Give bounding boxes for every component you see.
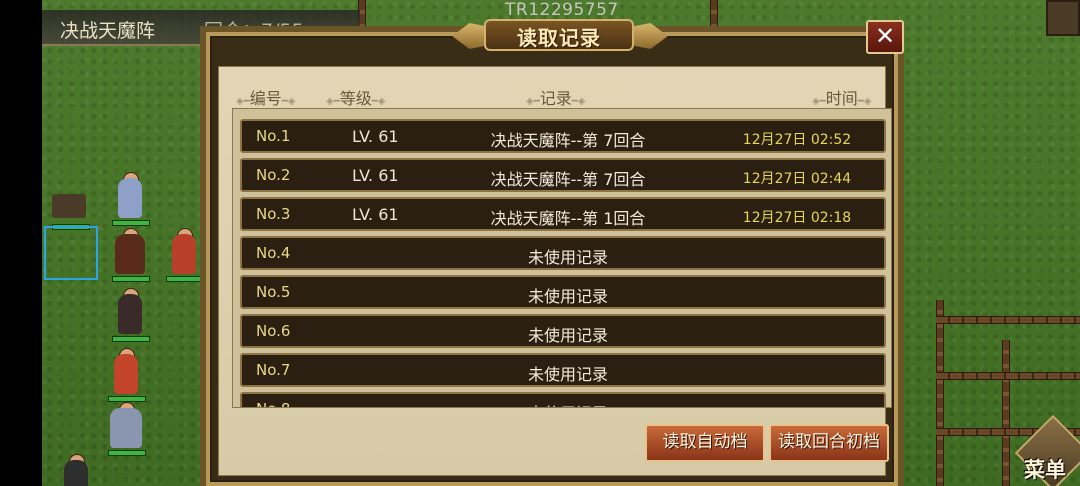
menu-label: 菜单 <box>1024 458 1066 482</box>
column-header-level: ◈━等级━◈ <box>326 89 386 108</box>
load-turn-start-save-button[interactable]: 读取回合初档 <box>769 424 889 462</box>
record-empty-label: 未使用记录 <box>442 400 694 407</box>
record-number: No.5 <box>256 283 291 301</box>
record-title: 决战天魔阵--第 7回合 <box>490 170 646 189</box>
soldier-unit[interactable] <box>108 288 152 342</box>
record-title: 决战天魔阵--第 7回合 <box>490 131 646 150</box>
record-level: LV. 61 <box>352 205 399 224</box>
catapult-unit[interactable] <box>48 176 92 230</box>
record-number: No.7 <box>256 361 291 379</box>
close-button[interactable]: ✕ <box>866 20 904 54</box>
record-number: No.6 <box>256 322 291 340</box>
cavalry-unit[interactable] <box>108 228 152 282</box>
record-number: No.4 <box>256 244 291 262</box>
column-header-number: ◈━编号━◈ <box>236 89 296 108</box>
dialog-title: 读取记录 <box>517 26 601 50</box>
menu-button[interactable]: 菜单 <box>1014 414 1080 486</box>
record-time: 12月27日 02:52 <box>742 132 852 148</box>
load-auto-save-button[interactable]: 读取自动档 <box>645 424 765 462</box>
record-row[interactable]: No.1 LV. 61 决战天魔阵--第 7回合 12月27日 02:52 <box>240 119 886 153</box>
record-time: 12月27日 02:18 <box>742 210 852 226</box>
dialog-title-plate: 读取记录 <box>452 15 668 55</box>
cavalry-unit[interactable] <box>104 402 148 456</box>
record-list[interactable]: No.1 LV. 61 决战天魔阵--第 7回合 12月27日 02:52 No… <box>232 108 892 408</box>
record-level: LV. 61 <box>352 166 399 185</box>
fence <box>936 372 1080 380</box>
record-title: 决战天魔阵--第 1回合 <box>490 209 646 228</box>
column-header-record: ◈━记录━◈ <box>526 89 586 108</box>
record-empty-label: 未使用记录 <box>527 287 608 306</box>
archer-unit[interactable] <box>108 172 152 226</box>
record-level: LV. 61 <box>352 127 399 146</box>
record-number: No.2 <box>256 166 291 184</box>
record-row-empty[interactable]: No.6 未使用记录 <box>240 314 886 348</box>
fence <box>936 300 944 486</box>
close-icon: ✕ <box>874 22 896 50</box>
record-row[interactable]: No.3 LV. 61 决战天魔阵--第 1回合 12月27日 02:18 <box>240 197 886 231</box>
record-number: No.8 <box>256 400 290 407</box>
record-row-empty[interactable]: No.4 未使用记录 <box>240 236 886 270</box>
record-empty-label: 未使用记录 <box>527 365 608 384</box>
record-number: No.1 <box>256 127 291 145</box>
stage-name: 决战天魔阵 <box>60 20 156 42</box>
soldier-unit[interactable] <box>104 348 148 402</box>
selection-cursor[interactable] <box>44 226 98 280</box>
record-number: No.3 <box>256 205 291 223</box>
minimap-icon[interactable] <box>1046 0 1080 36</box>
record-row-empty[interactable]: No.8 未使用记录 <box>240 392 886 407</box>
record-empty-label: 未使用记录 <box>527 248 608 267</box>
record-empty-label: 未使用记录 <box>527 326 608 345</box>
record-row[interactable]: No.2 LV. 61 决战天魔阵--第 7回合 12月27日 02:44 <box>240 158 886 192</box>
record-row-empty[interactable]: No.5 未使用记录 <box>240 275 886 309</box>
soldier-unit[interactable] <box>54 454 98 486</box>
fence <box>710 0 718 30</box>
fence <box>1002 340 1010 486</box>
record-row-empty[interactable]: No.7 未使用记录 <box>240 353 886 387</box>
fence <box>936 316 1080 324</box>
column-header-time: ◈━时间━◈ <box>812 89 872 108</box>
general-unit[interactable] <box>162 228 206 282</box>
game-screen: 决战天魔阵 回合：7/55 TR12295757 菜单 读取记录 ✕ ◈━编号━… <box>0 0 1080 486</box>
record-time: 12月27日 02:44 <box>742 171 852 187</box>
